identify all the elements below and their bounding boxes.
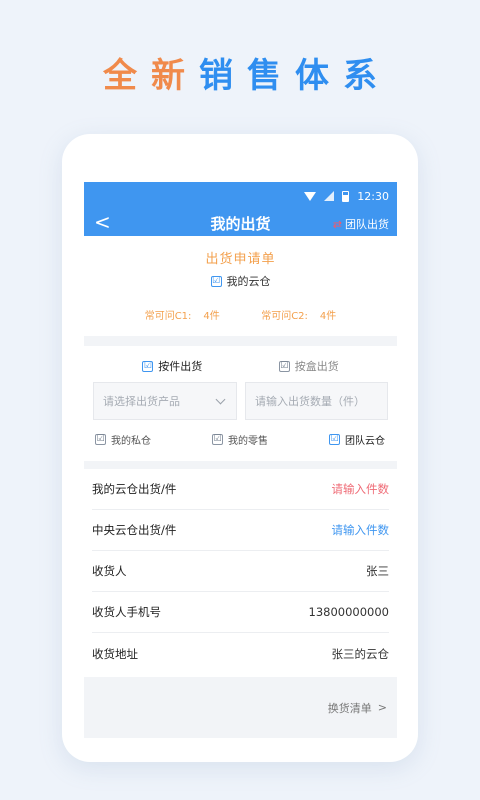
- product-select[interactable]: 请选择出货产品: [93, 382, 237, 420]
- list-item[interactable]: 收货地址 张三的云仓: [92, 633, 389, 674]
- shipment-inputs: 请选择出货产品 请输入出货数量（件）: [84, 374, 397, 420]
- checkbox-checked-icon: ☑: [95, 434, 106, 445]
- stock-label: 常可问C2:: [261, 311, 308, 322]
- phone-screen: 12:30 < 我的出货 ⇄ 团队出货 出货申请单 ☑ 我的云仓 常可问C1: 4…: [84, 182, 397, 738]
- headline-char: 体: [295, 56, 343, 96]
- stock-value: 4件: [203, 311, 220, 322]
- headline-char: 销: [199, 56, 247, 96]
- form-rows: 我的云仓出货/件 请输入件数 中央云仓出货/件 请输入件数 收货人 张三 收货人…: [84, 469, 397, 674]
- quantity-input-placeholder: 请输入出货数量（件）: [255, 395, 365, 408]
- list-item[interactable]: 收货人 张三: [92, 551, 389, 592]
- row-value[interactable]: 请输入件数: [332, 481, 390, 497]
- section-divider: [84, 461, 397, 469]
- checkbox-checked-icon: ☑: [212, 434, 223, 445]
- row-value[interactable]: 13800000000: [309, 605, 389, 619]
- ship-by-box-label: 按盒出货: [294, 360, 339, 373]
- request-section: 出货申请单 ☑ 我的云仓: [84, 236, 397, 289]
- list-item[interactable]: 中央云仓出货/件 请输入件数: [92, 510, 389, 551]
- team-shipment-label: 团队出货: [345, 218, 389, 231]
- retail-option[interactable]: ☑ 我的零售: [212, 432, 268, 447]
- back-icon[interactable]: <: [94, 212, 111, 232]
- battery-icon: [342, 190, 350, 202]
- headline-char: 全: [103, 56, 151, 96]
- headline-char: 新: [151, 56, 199, 96]
- page-title: 我的出货: [210, 214, 271, 233]
- warehouse-options: ☑ 我的私仓 ☑ 我的零售 ☑ 团队云仓: [84, 420, 397, 447]
- status-bar: 12:30: [84, 182, 397, 210]
- private-warehouse-label: 我的私仓: [111, 436, 151, 447]
- swap-icon: ⇄: [332, 217, 342, 231]
- row-label: 收货人: [92, 564, 127, 578]
- checkbox-checked-icon: ☑: [329, 434, 340, 445]
- signal-icon: [324, 191, 335, 201]
- row-value[interactable]: 请输入件数: [332, 522, 390, 538]
- stock-item: 常可问C2: 4件: [261, 307, 336, 322]
- retail-label: 我的零售: [228, 436, 268, 447]
- list-item[interactable]: 我的云仓出货/件 请输入件数: [92, 469, 389, 510]
- chevron-right-icon: >: [377, 701, 387, 714]
- exchange-list-label: 换货清单: [327, 701, 372, 715]
- checkbox-checked-icon: ☑: [142, 360, 154, 372]
- request-title: 出货申请单: [205, 252, 276, 267]
- team-warehouse-option[interactable]: ☑ 团队云仓: [329, 432, 385, 447]
- product-select-placeholder: 请选择出货产品: [103, 395, 180, 408]
- stock-summary: 常可问C1: 4件 常可问C2: 4件: [84, 289, 397, 322]
- ship-by-piece-label: 按件出货: [158, 360, 203, 373]
- checkbox-checked-icon: ☑: [210, 275, 222, 287]
- list-item[interactable]: 收货人手机号 13800000000: [92, 592, 389, 633]
- status-time: 12:30: [357, 189, 389, 203]
- stock-label: 常可问C1:: [144, 311, 192, 322]
- row-label: 我的云仓出货/件: [92, 482, 177, 496]
- team-warehouse-label: 团队云仓: [345, 436, 385, 447]
- stock-item: 常可问C1: 4件: [145, 307, 220, 322]
- headline-char: 售: [247, 56, 295, 96]
- row-label: 收货人手机号: [92, 605, 161, 619]
- checkbox-checked-icon: ☑: [278, 360, 290, 372]
- ship-by-box-option[interactable]: ☑ 按盒出货: [278, 358, 339, 374]
- team-shipment-button[interactable]: ⇄ 团队出货: [333, 216, 389, 232]
- section-divider: [84, 336, 397, 346]
- row-label: 中央云仓出货/件: [92, 523, 177, 537]
- headline: 全新销售体系: [0, 48, 480, 97]
- quantity-input[interactable]: 请输入出货数量（件）: [245, 382, 388, 420]
- row-value[interactable]: 张三的云仓: [332, 646, 390, 662]
- wifi-icon: [304, 191, 317, 201]
- my-cloud-warehouse-checkbox[interactable]: ☑ 我的云仓: [84, 273, 397, 289]
- stock-value: 4件: [319, 311, 337, 322]
- checkbox-label: 我的云仓: [226, 275, 271, 288]
- nav-bar: < 我的出货 ⇄ 团队出货: [84, 210, 397, 236]
- chevron-down-icon: [215, 394, 226, 404]
- row-label: 收货地址: [92, 646, 138, 661]
- headline-char: 系: [343, 56, 391, 96]
- exchange-list-link[interactable]: 换货清单 >: [84, 677, 397, 738]
- private-warehouse-option[interactable]: ☑ 我的私仓: [95, 432, 151, 447]
- ship-by-piece-option[interactable]: ☑ 按件出货: [142, 358, 202, 374]
- row-value[interactable]: 张三: [366, 563, 389, 579]
- ship-mode-options: ☑ 按件出货 ☑ 按盒出货: [84, 346, 397, 374]
